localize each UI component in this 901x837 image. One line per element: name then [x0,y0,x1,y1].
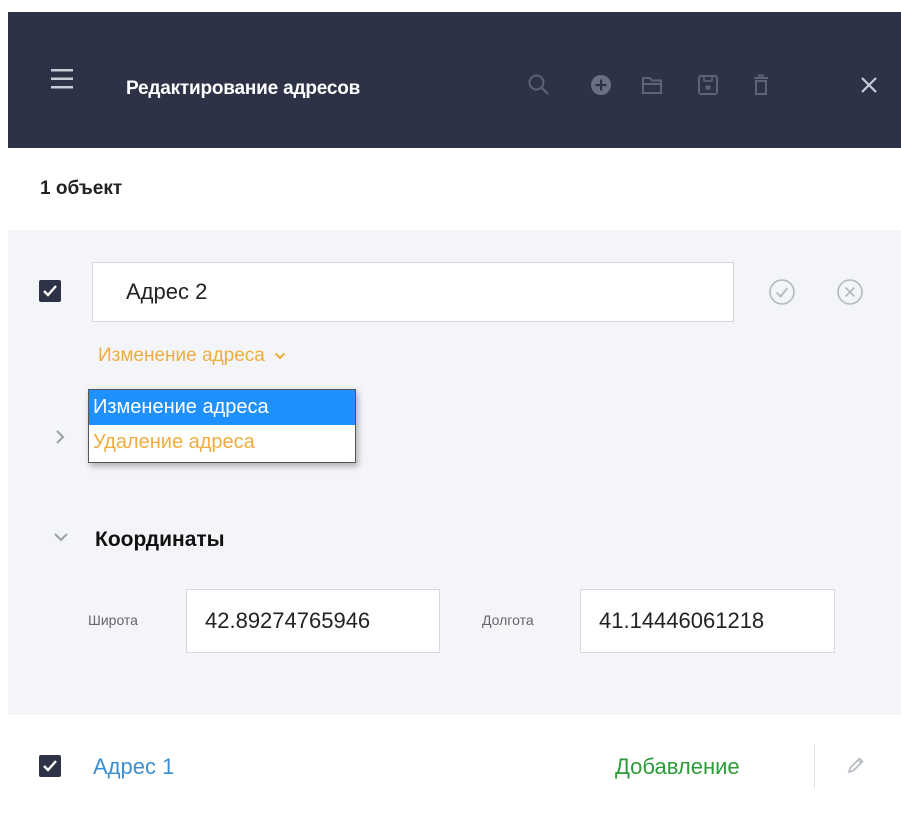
action-dropdown-menu: Изменение адреса Удаление адреса [88,389,356,463]
item-checkbox[interactable] [39,755,61,777]
action-dropdown[interactable]: Изменение адреса [98,345,286,367]
coordinates-section-title: Координаты [95,528,225,551]
cancel-icon[interactable] [836,278,864,306]
save-icon[interactable] [695,72,721,98]
address-input[interactable]: Адрес 2 [92,262,734,322]
action-dropdown-label: Изменение адреса [98,345,265,366]
address-link[interactable]: Адрес 1 [93,754,174,780]
status-label: Добавление [615,754,740,779]
chevron-right-icon[interactable] [54,428,66,446]
checkmark-icon [43,760,57,772]
dropdown-option-delete[interactable]: Удаление адреса [89,425,355,460]
dropdown-option-edit[interactable]: Изменение адреса [89,390,355,425]
pencil-icon[interactable] [846,755,866,775]
chevron-down-icon [274,352,286,360]
search-icon[interactable] [526,72,552,98]
delete-icon[interactable] [748,72,774,98]
confirm-icon[interactable] [768,278,796,306]
add-circle-icon[interactable] [588,72,614,98]
longitude-input[interactable]: 41.14446061218 [580,589,835,653]
divider [814,744,815,788]
latitude-label: Широта [88,612,138,628]
menu-icon[interactable] [51,68,79,90]
checkmark-icon [43,285,57,297]
close-icon[interactable] [856,72,882,98]
item-checkbox[interactable] [39,280,61,302]
latitude-input[interactable]: 42.89274765946 [186,589,440,653]
folder-icon[interactable] [639,72,665,98]
page-title: Редактирование адресов [126,78,361,99]
chevron-down-icon[interactable] [52,530,70,544]
longitude-label: Долгота [482,612,534,628]
header-bar: Редактирование адресов [8,12,901,148]
object-count: 1 объект [40,178,123,199]
